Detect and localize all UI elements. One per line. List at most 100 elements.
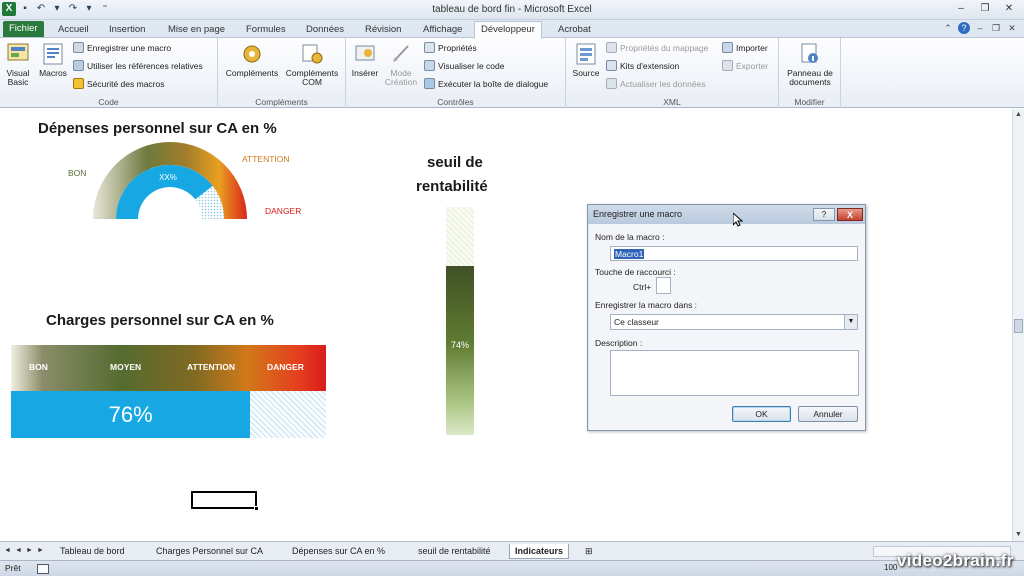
insert-control-label: Insérer <box>351 68 379 78</box>
macro-name-input[interactable]: Macro1 <box>610 246 858 261</box>
xml-source-label: Source <box>572 68 600 78</box>
store-macro-select[interactable]: Ce classeur ▼ <box>610 314 858 330</box>
shortcut-key-input[interactable] <box>656 277 671 294</box>
view-code-button[interactable]: Visualiser le code <box>424 59 504 73</box>
description-textarea[interactable] <box>610 350 859 396</box>
refresh-data-button[interactable]: Actualiser les données <box>606 77 706 91</box>
addins-button[interactable]: Compléments <box>222 41 282 78</box>
ribbon-tab[interactable]: Développeur <box>474 21 542 39</box>
document-panel-button[interactable]: Panneau de documents <box>782 41 838 87</box>
sheet-tab[interactable]: Dépenses sur CA en % <box>287 544 390 559</box>
design-mode-icon <box>393 45 409 62</box>
last-sheet-icon[interactable]: ► <box>36 545 45 557</box>
ribbon-tab[interactable]: Acrobat <box>552 22 597 38</box>
macro-name-label: Nom de la macro : <box>595 232 665 242</box>
zoom-level[interactable]: 100 <box>884 563 897 572</box>
dialog-body: Nom de la macro : Macro1 Touche de racco… <box>589 224 865 430</box>
sheet-tab[interactable]: Indicateurs <box>509 544 570 559</box>
ribbon-tab[interactable]: Accueil <box>52 22 95 38</box>
horizontal-gauge-value: 76% <box>108 402 153 427</box>
ribbon-tab[interactable]: Formules <box>240 22 292 38</box>
import-icon <box>722 42 733 53</box>
scroll-down-icon[interactable]: ▼ <box>1013 529 1024 541</box>
visual-basic-button[interactable]: Visual Basic <box>3 41 33 87</box>
ribbon: Visual Basic Macros Enregistrer une macr… <box>0 38 1024 108</box>
ribbon-restore-icon[interactable]: ❐ <box>990 22 1002 34</box>
export-button[interactable]: Exporter <box>722 59 768 73</box>
group-modify: Panneau de documents Modifier <box>779 38 841 108</box>
selected-cell[interactable] <box>191 491 259 511</box>
record-macro-status-icon[interactable] <box>37 564 49 574</box>
refresh-icon <box>606 78 617 89</box>
gauge-semicircle-title: Dépenses personnel sur CA en % <box>38 120 277 137</box>
gauge-vertical-title-line2: rentabilité <box>416 178 488 195</box>
semicircle-gauge: XX% <box>93 142 247 219</box>
import-button[interactable]: Importer <box>722 41 768 55</box>
ribbon-tab[interactable]: Fichier <box>3 21 44 37</box>
group-code: Visual Basic Macros Enregistrer une macr… <box>0 38 218 108</box>
com-addins-button[interactable]: Compléments COM <box>282 41 342 87</box>
run-dialog-button[interactable]: Exécuter la boîte de dialogue <box>424 77 548 91</box>
group-xml-label: XML <box>663 97 681 107</box>
minimize-icon[interactable]: – <box>950 1 972 17</box>
document-panel-label: Panneau de documents <box>787 68 833 87</box>
addins-gear-icon <box>243 45 261 63</box>
macros-button[interactable]: Macros <box>37 41 69 78</box>
prev-sheet-icon[interactable]: ◄ <box>14 545 23 557</box>
cancel-button[interactable]: Annuler <box>798 406 858 422</box>
macros-label: Macros <box>39 68 67 78</box>
sheet-tab[interactable]: Tableau de bord <box>55 544 130 559</box>
sheet-tab[interactable]: Charges Personnel sur CA <box>151 544 268 559</box>
ribbon-tab[interactable]: Révision <box>359 22 407 38</box>
refresh-data-label: Actualiser les données <box>620 79 706 89</box>
ribbon-tab[interactable]: Mise en page <box>162 22 231 38</box>
sheet-tab[interactable]: seuil de rentabilité <box>413 544 496 559</box>
ribbon-tab[interactable]: Affichage <box>417 22 468 38</box>
macro-security-button[interactable]: Sécurité des macros <box>73 77 164 91</box>
gauge-horizontal-title: Charges personnel sur CA en % <box>46 312 274 329</box>
ribbon-minimize-icon[interactable]: – <box>974 22 986 34</box>
ribbon-close-icon[interactable]: ✕ <box>1006 22 1018 34</box>
ok-button[interactable]: OK <box>732 406 791 422</box>
group-code-label: Code <box>98 97 119 107</box>
fill-handle[interactable] <box>254 506 259 511</box>
close-icon[interactable]: ✕ <box>998 1 1020 17</box>
map-properties-label: Propriétés du mappage <box>620 43 709 53</box>
horizontal-label-attention: ATTENTION <box>187 362 236 372</box>
ribbon-right-icons: ⌃? – ❐ ✕ <box>942 22 1018 34</box>
ctrl-label: Ctrl+ <box>633 282 652 292</box>
ribbon-tab[interactable]: Insertion <box>103 22 151 38</box>
relative-references-label: Utiliser les références relatives <box>87 61 203 71</box>
horizontal-label-danger: DANGER <box>267 362 304 372</box>
ribbon-tab[interactable]: Données <box>300 22 350 38</box>
first-sheet-icon[interactable]: ◄ <box>3 545 12 557</box>
dialog-close-button[interactable]: X <box>837 208 863 221</box>
insert-control-button[interactable]: Insérer <box>348 41 382 78</box>
xml-source-button[interactable]: Source <box>570 41 602 78</box>
collapse-ribbon-icon[interactable]: ⌃ <box>942 22 954 34</box>
design-mode-button[interactable]: Mode Création <box>383 41 419 87</box>
scroll-up-icon[interactable]: ▲ <box>1013 109 1024 121</box>
run-dialog-icon <box>424 78 435 89</box>
expansion-packs-button[interactable]: Kits d'extension <box>606 59 679 73</box>
status-ready: Prêt <box>5 563 21 573</box>
relative-references-icon <box>73 60 84 71</box>
scroll-thumb[interactable] <box>1014 319 1023 333</box>
restore-icon[interactable]: ❐ <box>974 1 996 17</box>
new-sheet-icon[interactable]: ⊞ <box>580 544 598 559</box>
vertical-gauge: 74% <box>446 207 474 435</box>
chevron-down-icon[interactable]: ▼ <box>844 315 857 329</box>
store-macro-label: Enregistrer la macro dans : <box>595 300 698 310</box>
map-properties-button[interactable]: Propriétés du mappage <box>606 41 708 55</box>
dialog-help-button[interactable]: ? <box>813 208 835 221</box>
insert-control-icon <box>355 45 375 61</box>
help-icon[interactable]: ? <box>958 22 970 34</box>
record-macro-button[interactable]: Enregistrer une macro <box>73 41 171 55</box>
relative-references-button[interactable]: Utiliser les références relatives <box>73 59 203 73</box>
group-controls: Insérer Mode Création Propriétés Visuali… <box>346 38 566 108</box>
next-sheet-icon[interactable]: ► <box>25 545 34 557</box>
properties-button[interactable]: Propriétés <box>424 41 477 55</box>
mouse-cursor-icon <box>733 213 743 227</box>
vertical-scrollbar[interactable]: ▲ ▼ <box>1012 109 1024 541</box>
horizontal-gauge-fill: 76% <box>11 391 251 438</box>
